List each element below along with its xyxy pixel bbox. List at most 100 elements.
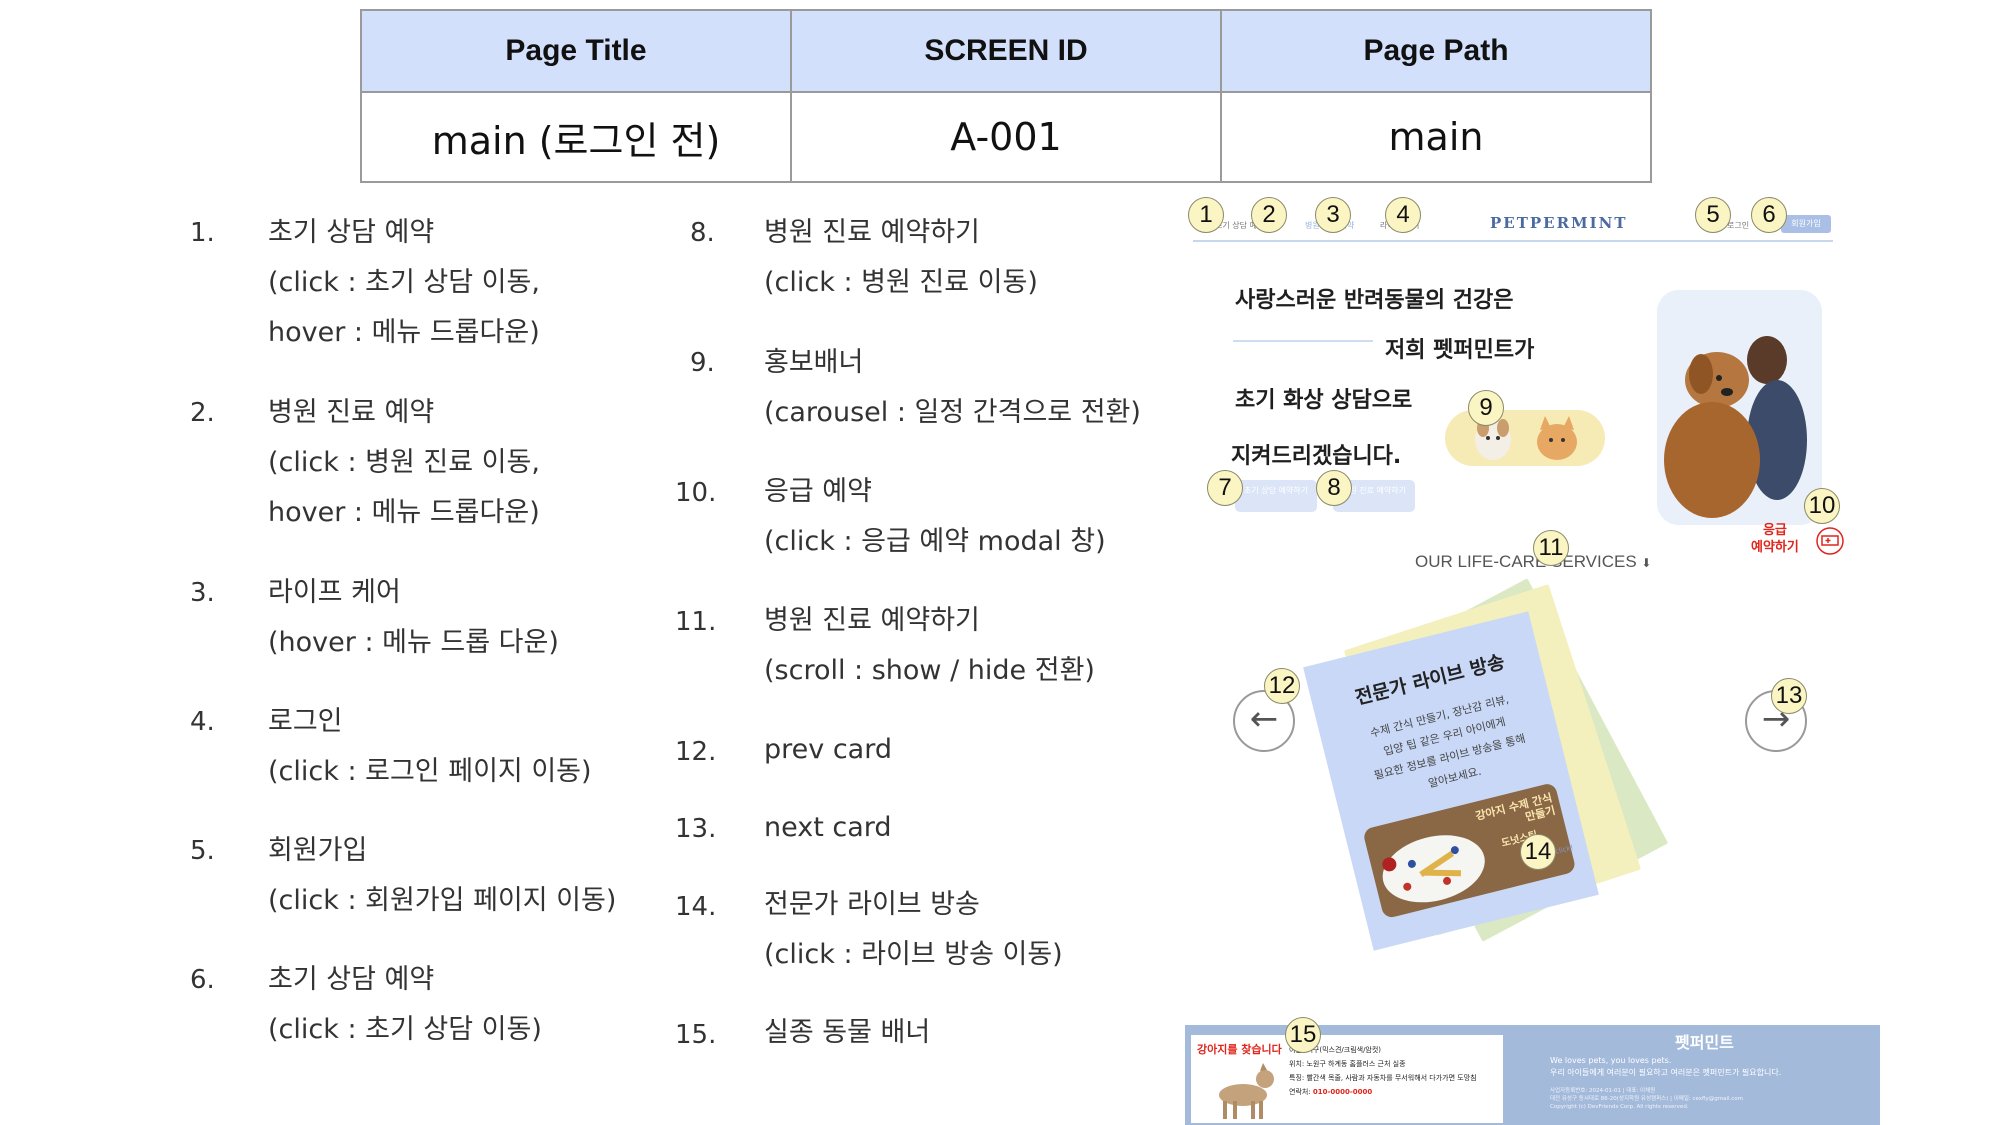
footer-tagline-ko: 우리 아이들에게 여러분이 필요하고 여러분은 펫퍼민트가 필요합니다. (1550, 1068, 1782, 1077)
item-detail: (click : 병원 진료 이동) (764, 267, 1038, 298)
annotation-badge: 15 (1285, 1017, 1321, 1053)
annotation-badge: 2 (1251, 197, 1287, 233)
annotation-badge: 9 (1468, 390, 1504, 426)
item-number: 4. (190, 707, 215, 737)
item-detail: (click : 라이브 방송 이동) (764, 939, 1063, 970)
nav-underline (1193, 240, 1833, 242)
screen-id-value: A-001 (790, 91, 1222, 183)
item-number: 8. (690, 218, 715, 248)
annotation-badge: 1 (1188, 197, 1224, 233)
annotation-badge: 5 (1695, 197, 1731, 233)
item-number: 12. (675, 737, 717, 767)
contact-phone: 010-0000-0000 (1312, 1088, 1373, 1096)
item-title: 초기 상담 예약 (268, 217, 435, 248)
item-detail: hover : 메뉴 드롭다운) (268, 497, 540, 528)
hero-divider (1233, 340, 1373, 342)
consult-booking-label: 초기 상담 예약하기 (1244, 486, 1308, 495)
lost-pet-banner[interactable]: 강아지를 찾습니다 이름: 백구(믹스견/크림색/암컷) 위치: 노원구 하계동… (1191, 1035, 1503, 1123)
emergency-booking-button[interactable]: 응급 예약하기 (1751, 522, 1799, 556)
item-detail: (click : 로그인 페이지 이동) (268, 756, 592, 787)
item-title: 병원 진료 예약하기 (764, 217, 980, 248)
item-number: 14. (675, 892, 717, 922)
item-number: 11. (675, 607, 717, 637)
main-page-mockup: 초기 상담 예약 병원 진료 예약 라이프 케어 PETPERMINT 로그인 … (1185, 190, 1865, 1120)
item-number: 1. (190, 218, 215, 248)
lost-pet-title: 강아지를 찾습니다 (1197, 1043, 1282, 1056)
page-path-header: Page Path (1220, 9, 1652, 93)
footer-brand: 펫퍼민트 (1675, 1033, 1734, 1052)
contact-label: 연락처: (1289, 1088, 1313, 1096)
annotation-badge: 7 (1207, 470, 1243, 506)
footer-address: 대전 유성구 동서대로 86-20(성지학원 유성캠퍼스) | 이메일: cex… (1550, 1096, 1744, 1102)
footer-copyright: Copyright (c) DevFriends Corp. All right… (1550, 1104, 1689, 1110)
screen-id-header: SCREEN ID (790, 9, 1222, 93)
item-title: 로그인 (268, 706, 343, 737)
item-title: next card (764, 812, 892, 843)
pets-illustration (1475, 416, 1577, 460)
lost-pet-details: 이름: 백구(믹스견/크림색/암컷) 위치: 노원구 하계동 홈플러스 근처 실… (1289, 1043, 1477, 1099)
annotation-badge: 8 (1316, 470, 1352, 506)
nav-signup-button[interactable]: 회원가입 (1781, 215, 1831, 233)
item-number: 6. (190, 965, 215, 995)
item-title: 라이프 케어 (268, 577, 401, 608)
services-label: OUR LIFE-CARE SERVICES (1415, 552, 1637, 571)
item-title: prev card (764, 734, 892, 765)
hero-photo (1657, 290, 1822, 525)
annotation-badge: 3 (1315, 197, 1351, 233)
lost-pet-contact: 연락처: 010-0000-0000 (1289, 1085, 1477, 1099)
item-detail: (scroll : show / hide 전환) (764, 655, 1095, 686)
footer-company-info: 사업자등록번호: 2024-01-01 | 대표: 이채원 대전 유성구 동서대… (1550, 1087, 1743, 1111)
hero-line-3: 초기 화상 상담으로 (1235, 388, 1413, 413)
lost-pet-location: 위치: 노원구 하계동 홈플러스 근처 실종 (1289, 1060, 1406, 1068)
item-title: 초기 상담 예약 (268, 964, 435, 995)
item-detail: (click : 응급 예약 modal 창) (764, 526, 1106, 557)
nav-login-link[interactable]: 로그인 (1727, 220, 1749, 231)
footer-preview: 강아지를 찾습니다 이름: 백구(믹스견/크림색/암컷) 위치: 노원구 하계동… (1185, 1017, 1880, 1125)
hero-line-1: 사랑스러운 반려동물의 건강은 (1235, 288, 1514, 313)
annotation-badge: 13 (1771, 678, 1807, 714)
emergency-label-2: 예약하기 (1751, 540, 1799, 555)
petpermint-logo[interactable]: PETPERMINT (1490, 214, 1628, 232)
arrow-left-icon: ← (1249, 699, 1279, 739)
item-detail: (carousel : 일정 간격으로 전환) (764, 397, 1141, 428)
page-info-table: Page Title SCREEN ID Page Path main (로그인… (360, 9, 1652, 183)
item-detail: (click : 초기 상담 이동) (268, 1014, 542, 1045)
item-detail: (hover : 메뉴 드롭 다운) (268, 627, 559, 658)
annotation-badge: 6 (1751, 197, 1787, 233)
ambulance-icon[interactable] (1815, 527, 1845, 555)
item-title: 병원 진료 예약 (268, 397, 435, 428)
annotation-badge: 4 (1385, 197, 1421, 233)
item-title: 전문가 라이브 방송 (764, 889, 980, 920)
item-title: 병원 진료 예약하기 (764, 605, 980, 636)
item-number: 15. (675, 1020, 717, 1050)
footer-business-no: 사업자등록번호: 2024-01-01 | 대표: 이채원 (1550, 1088, 1656, 1094)
item-detail: (click : 회원가입 페이지 이동) (268, 885, 617, 916)
footer-tagline: We loves pets, you loves pets. 우리 아이들에게 … (1550, 1055, 1781, 1079)
lost-dog-photo (1219, 1063, 1274, 1119)
item-number: 10. (675, 478, 717, 508)
annotation-badge: 12 (1264, 668, 1300, 704)
hero-line-2: 저희 펫퍼민트가 (1385, 338, 1535, 363)
item-title: 응급 예약 (764, 476, 872, 507)
item-number: 13. (675, 814, 717, 844)
item-detail: (click : 초기 상담 이동, (268, 267, 540, 298)
page-title-value: main (로그인 전) (360, 91, 792, 183)
item-detail: (click : 병원 진료 이동, (268, 447, 540, 478)
promo-banner[interactable] (1445, 410, 1605, 466)
annotation-badge: 14 (1520, 834, 1556, 870)
item-title: 홍보배너 (764, 347, 864, 378)
emergency-label-1: 응급 (1762, 523, 1787, 538)
item-number: 2. (190, 398, 215, 428)
item-number: 3. (190, 578, 215, 608)
lost-pet-feature: 특징: 빨간색 목줄, 사람과 자동차를 무서워해서 다가가면 도망침 (1289, 1074, 1477, 1082)
footer-tagline-en: We loves pets, you loves pets. (1550, 1056, 1672, 1065)
services-heading[interactable]: OUR LIFE-CARE SERVICES ⬇ (1415, 552, 1651, 572)
item-number: 5. (190, 836, 215, 866)
item-title: 실종 동물 배너 (764, 1017, 931, 1048)
dog-and-owner-image (1657, 290, 1822, 525)
annotation-badge: 11 (1533, 530, 1569, 566)
chevron-down-icon: ⬇ (1641, 556, 1652, 570)
page-title-header: Page Title (360, 9, 792, 93)
consult-booking-button[interactable]: 초기 상담 예약하기 (1235, 480, 1317, 512)
item-detail: hover : 메뉴 드롭다운) (268, 317, 540, 348)
